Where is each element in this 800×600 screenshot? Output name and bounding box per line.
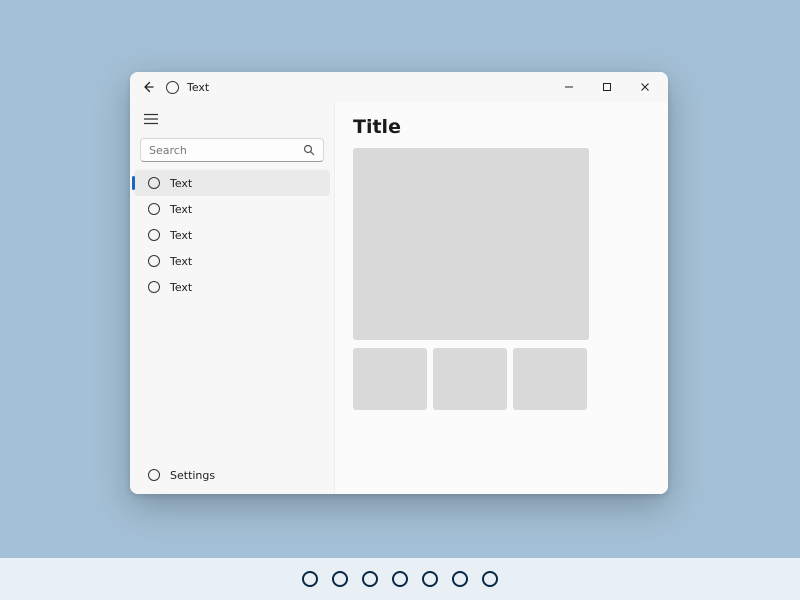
circle-icon: [148, 177, 160, 189]
thumbnail-row: [353, 348, 650, 410]
app-icon: [166, 81, 179, 94]
search-box[interactable]: [140, 138, 324, 162]
thumbnail: [513, 348, 587, 410]
window-controls: [550, 74, 664, 100]
close-button[interactable]: [626, 74, 664, 100]
thumbnail: [433, 348, 507, 410]
taskbar-item[interactable]: [482, 571, 498, 587]
nav-item-label: Text: [170, 203, 192, 216]
maximize-button[interactable]: [588, 74, 626, 100]
circle-icon: [148, 281, 160, 293]
nav-item-label: Text: [170, 177, 192, 190]
circle-icon: [148, 229, 160, 241]
taskbar-item[interactable]: [452, 571, 468, 587]
window-body: Text Text Text Text Text: [130, 102, 668, 494]
search-icon: [303, 144, 315, 156]
nav-item-label: Text: [170, 229, 192, 242]
minimize-button[interactable]: [550, 74, 588, 100]
nav-item-2[interactable]: Text: [134, 222, 330, 248]
back-arrow-icon: [142, 81, 154, 93]
minimize-icon: [564, 82, 574, 92]
close-icon: [640, 82, 650, 92]
back-button[interactable]: [138, 77, 158, 97]
taskbar-item[interactable]: [302, 571, 318, 587]
hamburger-icon: [144, 113, 158, 125]
thumbnail: [353, 348, 427, 410]
content-area: Title: [334, 102, 668, 494]
settings-item[interactable]: Settings: [134, 462, 330, 488]
taskbar-item[interactable]: [332, 571, 348, 587]
nav-item-label: Text: [170, 281, 192, 294]
taskbar-item[interactable]: [422, 571, 438, 587]
app-window: Text: [130, 72, 668, 494]
titlebar-left: Text: [138, 77, 209, 97]
sidebar: Text Text Text Text Text: [130, 102, 334, 494]
nav-item-1[interactable]: Text: [134, 196, 330, 222]
nav-item-0[interactable]: Text: [134, 170, 330, 196]
nav-item-4[interactable]: Text: [134, 274, 330, 300]
nav-item-3[interactable]: Text: [134, 248, 330, 274]
circle-icon: [148, 469, 160, 481]
hero-placeholder: [353, 148, 589, 340]
nav-list: Text Text Text Text Text: [130, 170, 334, 300]
search-input[interactable]: [149, 144, 303, 157]
titlebar: Text: [130, 72, 668, 102]
maximize-icon: [602, 82, 612, 92]
hamburger-button[interactable]: [136, 106, 166, 132]
taskbar: [0, 558, 800, 600]
taskbar-item[interactable]: [362, 571, 378, 587]
settings-label: Settings: [170, 469, 215, 482]
circle-icon: [148, 255, 160, 267]
taskbar-item[interactable]: [392, 571, 408, 587]
page-title: Title: [353, 116, 650, 138]
circle-icon: [148, 203, 160, 215]
nav-item-label: Text: [170, 255, 192, 268]
sidebar-footer: Settings: [130, 462, 334, 488]
window-title: Text: [187, 81, 209, 94]
